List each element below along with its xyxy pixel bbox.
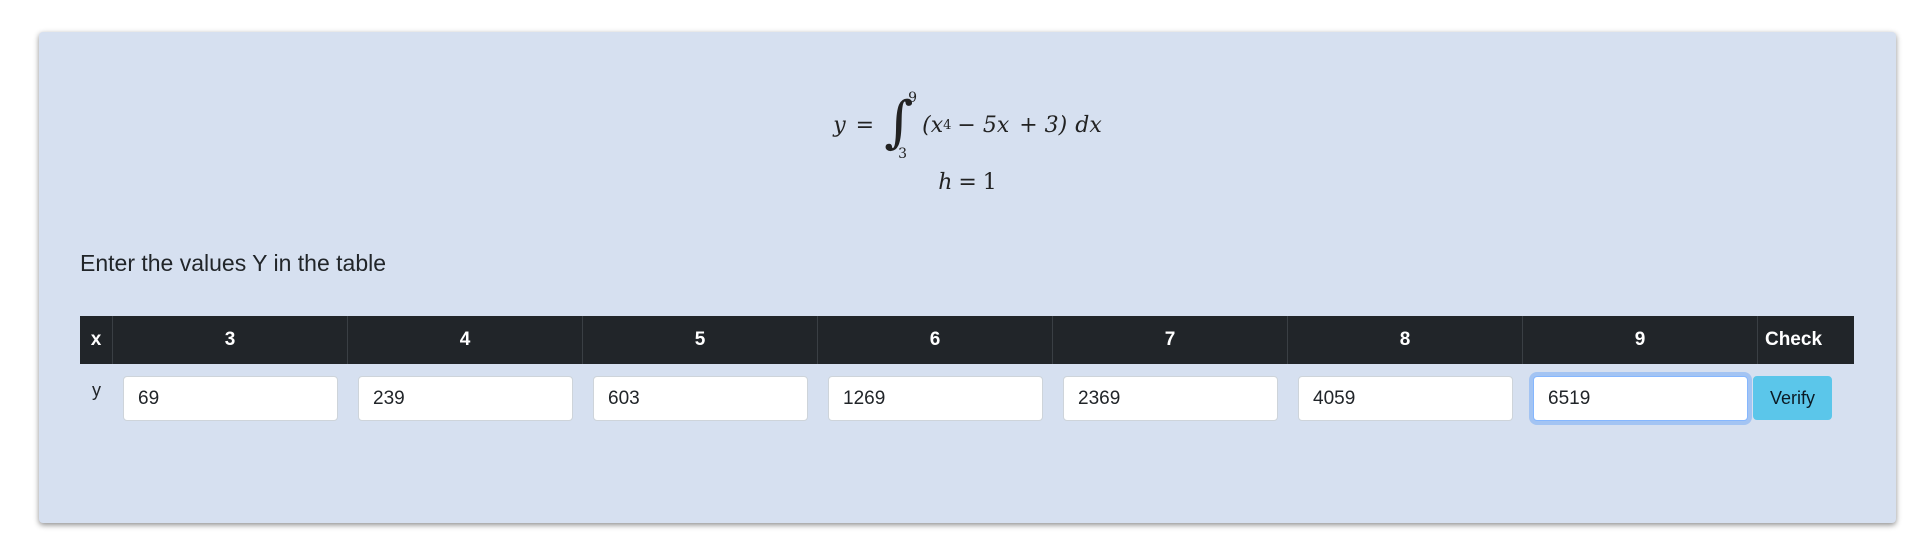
integrand-power: 4 — [943, 117, 952, 133]
y-input-x6[interactable] — [828, 376, 1043, 421]
formula-lhs: y — [833, 112, 846, 138]
header-x-value: 7 — [1053, 316, 1288, 364]
integral-sign: ∫ 9 3 — [884, 90, 918, 162]
upper-limit: 9 — [908, 90, 918, 106]
integral-formula: y = ∫ 9 3 (x 4 − 5x + 3) dx h = 1 — [39, 90, 1896, 195]
differential: dx — [1075, 112, 1102, 138]
lower-limit: 3 — [898, 146, 908, 162]
header-x-value: 4 — [348, 316, 583, 364]
instruction-text: Enter the values Y in the table — [80, 250, 387, 276]
values-table: x 3 4 5 6 7 8 9 Check y Verify — [80, 316, 1854, 426]
step-value: 1 — [982, 170, 997, 195]
y-input-x8[interactable] — [1298, 376, 1513, 421]
step-var: h — [938, 170, 953, 195]
verify-button[interactable]: Verify — [1753, 376, 1832, 420]
integral-equation: y = ∫ 9 3 (x 4 − 5x + 3) dx — [833, 90, 1102, 162]
integrand-term2: − 5x — [957, 112, 1010, 138]
formula-equals: = — [855, 112, 875, 138]
header-x-value: 6 — [818, 316, 1053, 364]
header-x-label: x — [80, 316, 113, 364]
integrand-term3: + 3) — [1019, 112, 1068, 138]
y-input-x3[interactable] — [123, 376, 338, 421]
integrand-open: (x — [922, 112, 944, 138]
y-input-x7[interactable] — [1063, 376, 1278, 421]
table-row: y Verify — [80, 364, 1854, 426]
table-header: x 3 4 5 6 7 8 9 Check — [80, 316, 1854, 364]
y-input-x9[interactable] — [1533, 376, 1748, 421]
header-check: Check — [1764, 329, 1823, 350]
row-y-label: y — [92, 380, 101, 400]
header-x-value: 3 — [113, 316, 348, 364]
task-card: y = ∫ 9 3 (x 4 − 5x + 3) dx h = 1 Enter th… — [39, 32, 1896, 523]
header-x-value: 8 — [1288, 316, 1523, 364]
y-input-x4[interactable] — [358, 376, 573, 421]
step-size: h = 1 — [938, 170, 997, 195]
header-x-value: 9 — [1523, 316, 1758, 364]
header-x-value: 5 — [583, 316, 818, 364]
y-input-x5[interactable] — [593, 376, 808, 421]
